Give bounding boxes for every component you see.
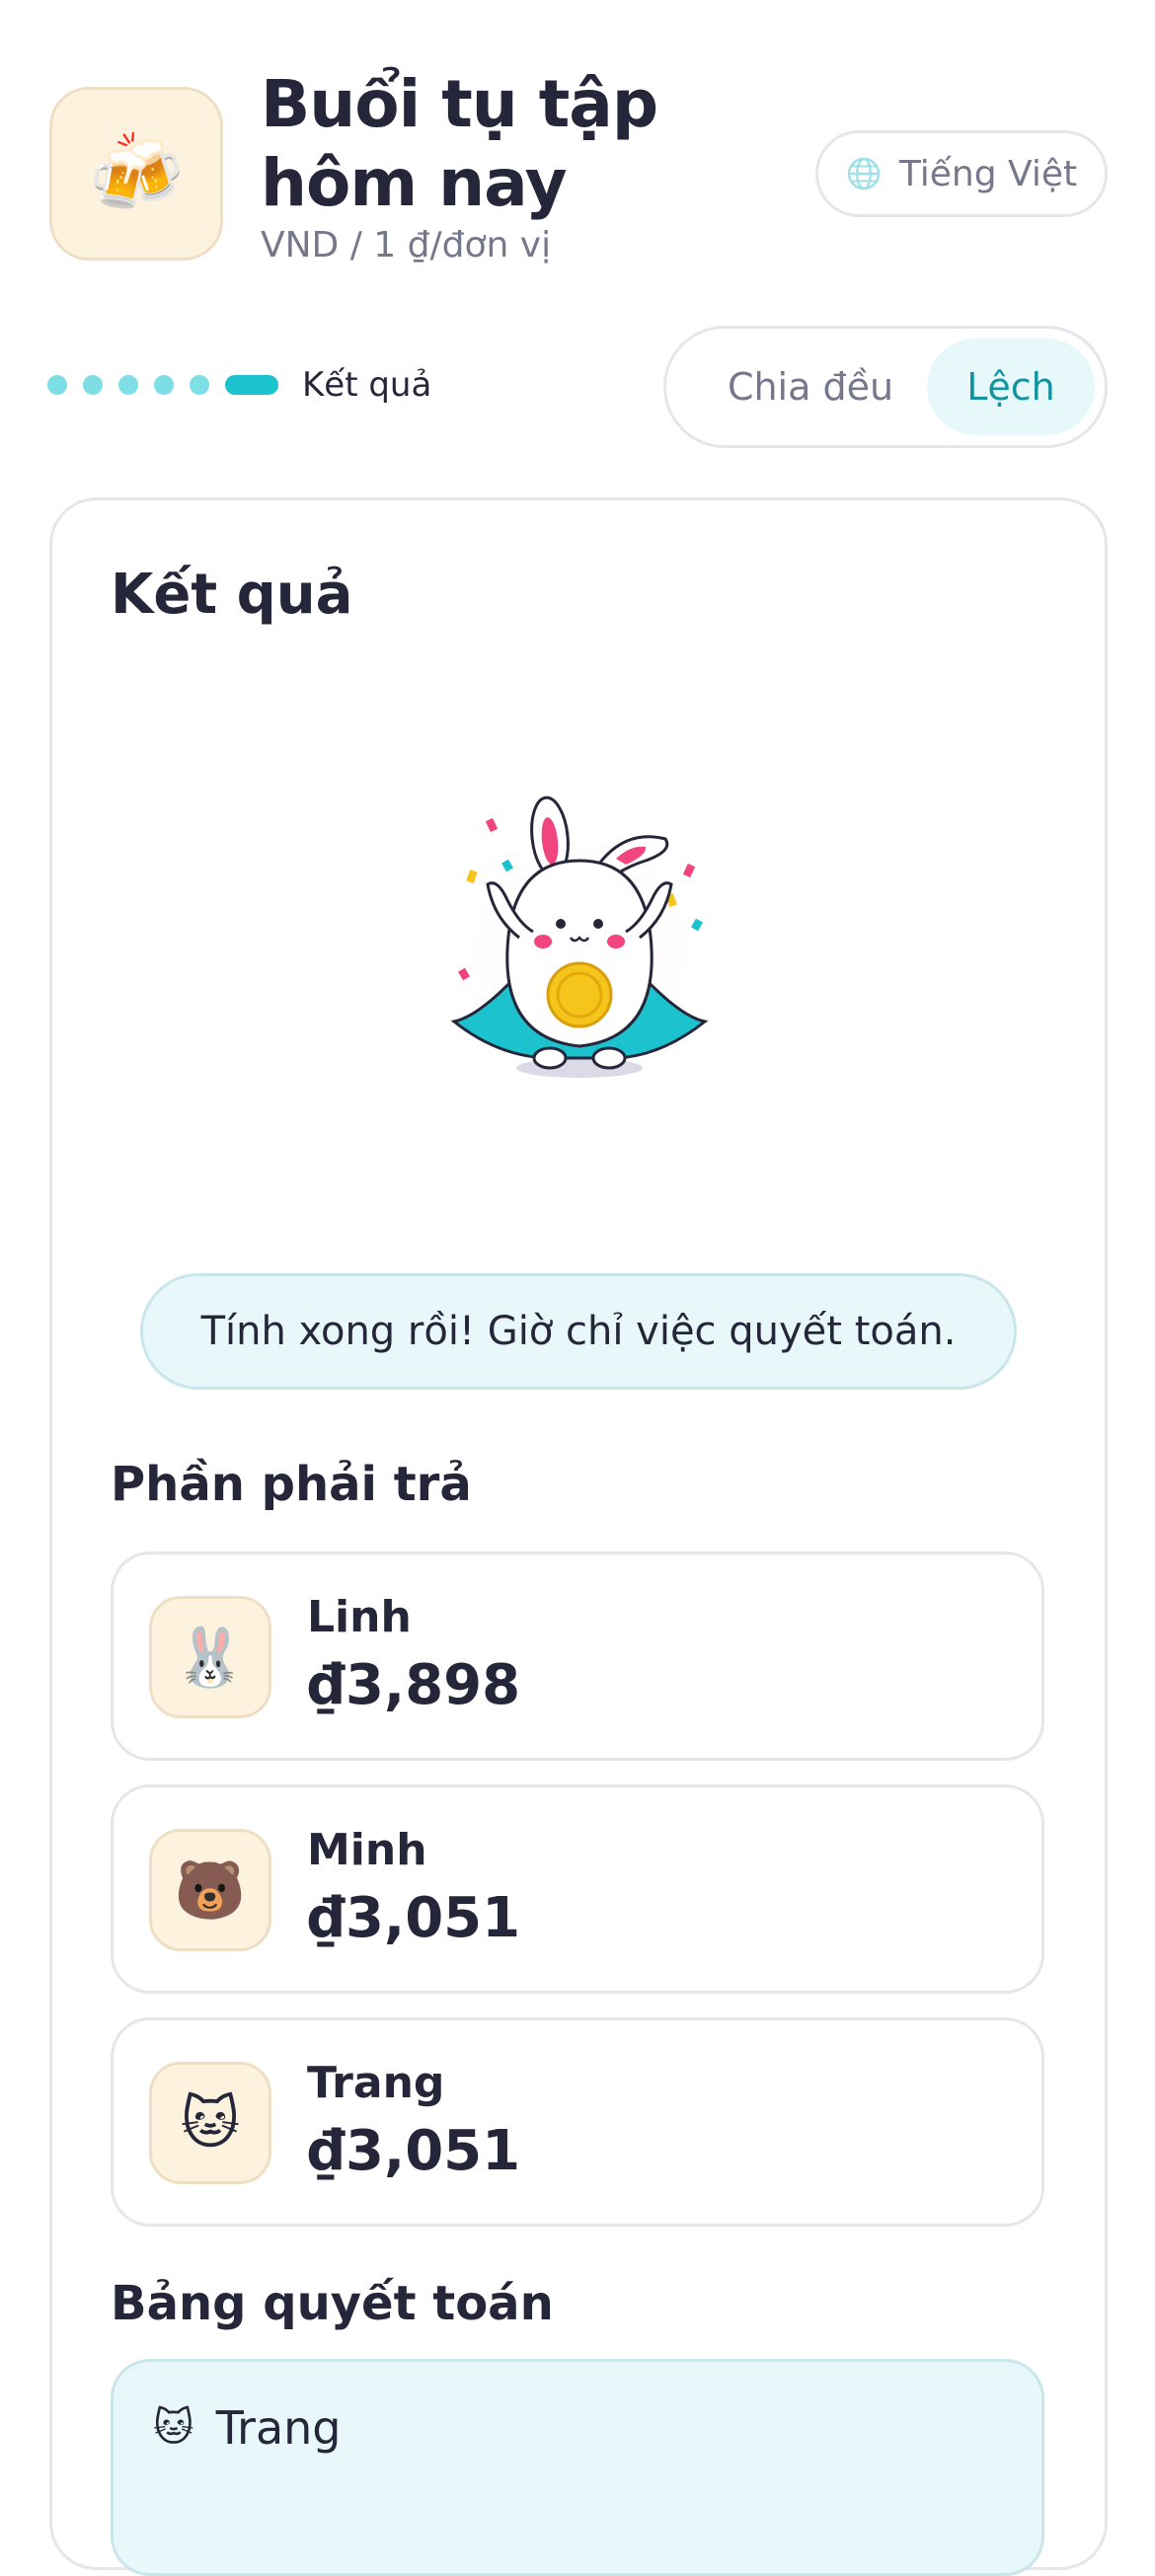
- person-card: 🐰 Linh ₫3,898: [111, 1552, 1044, 1761]
- step-dot: [190, 375, 209, 395]
- split-mode-toggle: Chia đều Lệch: [663, 326, 1108, 448]
- currency-subtitle: VND / 1 ₫/đơn vị: [261, 225, 552, 265]
- step-dot: [118, 375, 138, 395]
- rabbit-avatar-icon: 🐰: [149, 1596, 271, 1718]
- settlement-card: 🐱 Trang: [111, 2359, 1044, 2576]
- step-dot: [154, 375, 174, 395]
- cat-avatar-icon: 🐱: [149, 2062, 271, 2184]
- split-equal-option[interactable]: Chia đều: [694, 339, 927, 435]
- person-name: Trang: [307, 2058, 445, 2108]
- step-dot: [47, 375, 67, 395]
- person-amount: ₫3,898: [307, 1653, 521, 1717]
- page-title: Buổi tụ tập hôm nay: [261, 66, 658, 221]
- step-dot: [83, 375, 103, 395]
- settlement-person-name: Trang: [215, 2401, 342, 2455]
- person-card: 🐱 Trang ₫3,051: [111, 2017, 1044, 2227]
- settlement-section-title: Bảng quyết toán: [111, 2276, 554, 2331]
- result-title: Kết quả: [111, 563, 353, 627]
- person-amount: ₫3,051: [307, 2119, 521, 2183]
- language-button[interactable]: Tiếng Việt: [815, 130, 1108, 217]
- settlement-row: 🐱 Trang: [153, 2401, 342, 2455]
- split-uneven-option[interactable]: Lệch: [927, 339, 1095, 435]
- person-name: Minh: [307, 1825, 427, 1875]
- app-icon: 🍻: [49, 87, 223, 261]
- language-label: Tiếng Việt: [898, 153, 1078, 194]
- rabbit-mascot-icon: [450, 796, 709, 1078]
- beer-mugs-icon: 🍻: [88, 128, 185, 218]
- cat-avatar-icon: 🐱: [153, 2405, 194, 2451]
- person-amount: ₫3,051: [307, 1886, 521, 1950]
- step-label: Kết quả: [302, 365, 432, 405]
- globe-icon: [847, 157, 881, 190]
- step-dot-active: [225, 375, 278, 395]
- result-message: Tính xong rồi! Giờ chỉ việc quyết toán.: [140, 1273, 1017, 1390]
- person-card: 🐻 Minh ₫3,051: [111, 1784, 1044, 1994]
- owed-section-title: Phần phải trả: [111, 1457, 472, 1512]
- person-name: Linh: [307, 1592, 412, 1642]
- bear-avatar-icon: 🐻: [149, 1829, 271, 1951]
